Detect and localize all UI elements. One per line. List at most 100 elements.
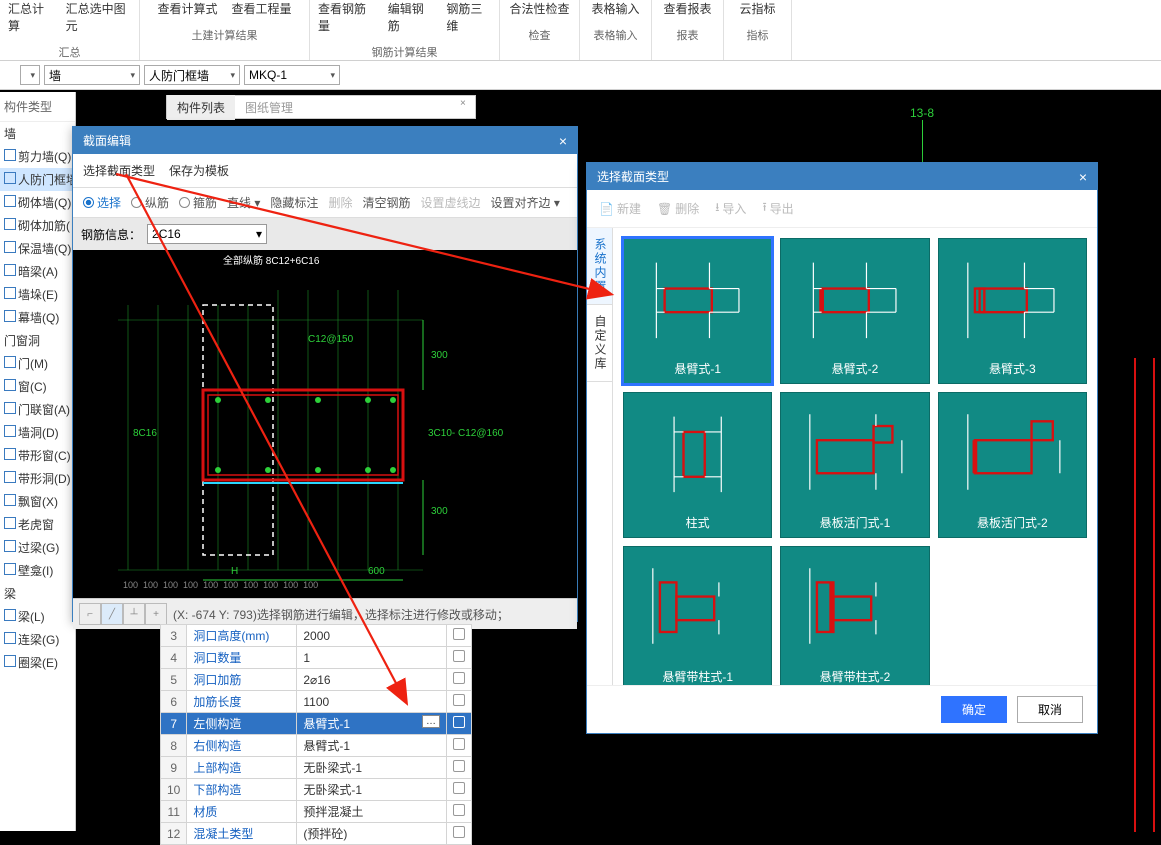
prop-row-9[interactable]: 9上部构造无卧梁式-1 — [161, 757, 472, 779]
tile-cantilever-col-2[interactable]: 悬臂带柱式-2 — [780, 546, 929, 685]
tree-item-door-window[interactable]: 门联窗(A) — [0, 398, 75, 421]
tree-item-hidden-beam[interactable]: 暗梁(A) — [0, 260, 75, 283]
tree-item-pilaster[interactable]: 墙垛(E) — [0, 283, 75, 306]
ribbon-btn-legality[interactable]: 合法性检查 — [509, 0, 569, 17]
tree-item-shearwall[interactable]: 剪力墙(Q) — [0, 145, 75, 168]
ribbon-group-total: 汇总 — [59, 44, 81, 60]
tree-item-niche[interactable]: 壁龛(I) — [0, 559, 75, 582]
tree-item-masonry-wall[interactable]: 砌体墙(Q) — [0, 191, 75, 214]
ribbon-group-rebar-result: 钢筋计算结果 — [372, 44, 438, 60]
status-icon-4[interactable]: + — [145, 603, 167, 625]
prop-ellipsis-button[interactable]: … — [422, 715, 440, 728]
status-icon-1[interactable]: ⌐ — [79, 603, 101, 625]
ribbon-btn-view-formula[interactable]: 查看计算式 — [157, 0, 217, 17]
prop-row-7-selected[interactable]: 7左侧构造悬臂式-1… — [161, 713, 472, 735]
prop-row-12[interactable]: 12混凝土类型(预拌砼) — [161, 823, 472, 845]
status-icon-3[interactable]: ┴ — [123, 603, 145, 625]
tile-cantilever-col-1[interactable]: 悬臂带柱式-1 — [623, 546, 772, 685]
status-icon-2[interactable]: ╱ — [101, 603, 123, 625]
opt-stirrup[interactable]: 箍筋 — [179, 194, 217, 211]
opt-align[interactable]: 设置对齐边 ▾ — [490, 194, 559, 211]
tree-item-beam[interactable]: 梁(L) — [0, 605, 75, 628]
vtab-custom[interactable]: 自定义库 — [587, 305, 612, 382]
select-type-close-icon[interactable]: × — [1079, 169, 1087, 185]
btn-export[interactable]: ⭱ 导出 — [762, 198, 793, 219]
prop-check-9[interactable] — [453, 760, 465, 772]
prop-check-10[interactable] — [453, 782, 465, 794]
tree-item-ring-beam[interactable]: 圈梁(E) — [0, 651, 75, 674]
prop-check-8[interactable] — [453, 738, 465, 750]
rebar-info-combo[interactable]: 2C16▾ — [147, 224, 267, 244]
tree-item-dormer[interactable]: 老虎窗 — [0, 513, 75, 536]
ribbon-btn-edit-rebar[interactable]: 编辑钢筋 — [388, 0, 433, 34]
menu-select-section-type[interactable]: 选择截面类型 — [83, 162, 155, 179]
tree-item-defense-door-frame[interactable]: 人防门框墙 — [0, 168, 75, 191]
section-edit-close-icon[interactable]: × — [559, 133, 567, 149]
tree-item-masonry-reinf[interactable]: 砌体加筋( — [0, 214, 75, 237]
ok-button[interactable]: 确定 — [941, 696, 1007, 723]
prop-row-11[interactable]: 11材质预拌混凝土 — [161, 801, 472, 823]
tree-item-wall-hole[interactable]: 墙洞(D) — [0, 421, 75, 444]
tree-item-coupling-beam[interactable]: 连梁(G) — [0, 628, 75, 651]
section-canvas[interactable]: 全部纵筋 8C12+6C16 — [73, 250, 577, 598]
tree-item-bay-window[interactable]: 飘窗(X) — [0, 490, 75, 513]
tile-cantilever-1[interactable]: 悬臂式-1 — [623, 238, 772, 384]
prop-row-5[interactable]: 5洞口加筋2⌀16 — [161, 669, 472, 691]
tab-component-list[interactable]: 构件列表 — [167, 95, 235, 120]
prop-check-12[interactable] — [453, 826, 465, 838]
menu-save-template[interactable]: 保存为模板 — [169, 162, 229, 179]
dropdown-subcategory[interactable]: 人防门框墙▾ — [144, 65, 240, 85]
opt-hide[interactable]: 隐藏标注 — [270, 194, 318, 211]
prop-row-8[interactable]: 8右侧构造悬臂式-1 — [161, 735, 472, 757]
cancel-button[interactable]: 取消 — [1017, 696, 1083, 723]
vtab-system[interactable]: 系统内置 — [587, 228, 612, 305]
ribbon-btn-calc-selected[interactable]: 汇总选中图元 — [66, 0, 131, 34]
prop-check-3[interactable] — [453, 628, 465, 640]
tree-item-curtain-wall[interactable]: 幕墙(Q) — [0, 306, 75, 329]
ribbon-btn-calc-total[interactable]: 汇总计算 — [8, 0, 52, 34]
opt-clear[interactable]: 清空钢筋 — [362, 194, 410, 211]
btn-new[interactable]: 📄 新建 — [599, 198, 641, 219]
opt-select[interactable]: 选择 — [83, 194, 121, 211]
tile-column[interactable]: 柱式 — [623, 392, 772, 538]
opt-line[interactable]: 直线 ▾ — [227, 194, 260, 211]
prop-row-4[interactable]: 4洞口数量1 — [161, 647, 472, 669]
tree-item-door[interactable]: 门(M) — [0, 352, 75, 375]
btn-delete[interactable]: 🗑 删除 — [657, 198, 699, 219]
prop-check-6[interactable] — [453, 694, 465, 706]
tile-cantilever-2[interactable]: 悬臂式-2 — [780, 238, 929, 384]
dropdown-strip: ▾ 墙▾ 人防门框墙▾ MKQ-1▾ — [0, 60, 1161, 90]
tree-item-lintel[interactable]: 过梁(G) — [0, 536, 75, 559]
panel-close[interactable]: × — [460, 98, 466, 109]
select-type-footer: 确定 取消 — [587, 685, 1097, 733]
dropdown-category[interactable]: 墙▾ — [44, 65, 140, 85]
ribbon-btn-view-rebar[interactable]: 查看钢筋量 — [318, 0, 374, 34]
btn-import[interactable]: ⭳ 导入 — [715, 198, 746, 219]
group-opening[interactable]: 门窗洞 — [0, 329, 75, 352]
tree-item-window[interactable]: 窗(C) — [0, 375, 75, 398]
tree-item-strip-hole[interactable]: 带形洞(D) — [0, 467, 75, 490]
prop-check-11[interactable] — [453, 804, 465, 816]
prop-check-4[interactable] — [453, 650, 465, 662]
prop-row-6[interactable]: 6加筋长度1100 — [161, 691, 472, 713]
prop-check-5[interactable] — [453, 672, 465, 684]
ribbon-btn-rebar-3d[interactable]: 钢筋三维 — [446, 0, 491, 34]
tree-item-strip-window[interactable]: 带形窗(C) — [0, 444, 75, 467]
tree-item-insulation-wall[interactable]: 保温墙(Q) — [0, 237, 75, 260]
opt-longitudinal[interactable]: 纵筋 — [131, 194, 169, 211]
ribbon-btn-table-input[interactable]: 表格输入 — [591, 0, 639, 17]
tile-panel-door-1[interactable]: 悬板活门式-1 — [780, 392, 929, 538]
dropdown-unknown[interactable]: ▾ — [20, 65, 40, 85]
ribbon-btn-view-report[interactable]: 查看报表 — [663, 0, 711, 17]
prop-check-7[interactable] — [453, 716, 465, 728]
prop-row-3[interactable]: 3洞口高度(mm)2000 — [161, 625, 472, 647]
tile-panel-door-2[interactable]: 悬板活门式-2 — [938, 392, 1087, 538]
ribbon-btn-cloud-index[interactable]: 云指标 — [739, 0, 775, 17]
ribbon-btn-view-qty[interactable]: 查看工程量 — [232, 0, 292, 17]
prop-row-10[interactable]: 10下部构造无卧梁式-1 — [161, 779, 472, 801]
group-beam[interactable]: 梁 — [0, 582, 75, 605]
tab-drawing-mgmt[interactable]: 图纸管理 — [235, 95, 303, 120]
dropdown-component[interactable]: MKQ-1▾ — [244, 65, 340, 85]
tile-cantilever-3[interactable]: 悬臂式-3 — [938, 238, 1087, 384]
group-wall[interactable]: 墙 — [0, 122, 75, 145]
